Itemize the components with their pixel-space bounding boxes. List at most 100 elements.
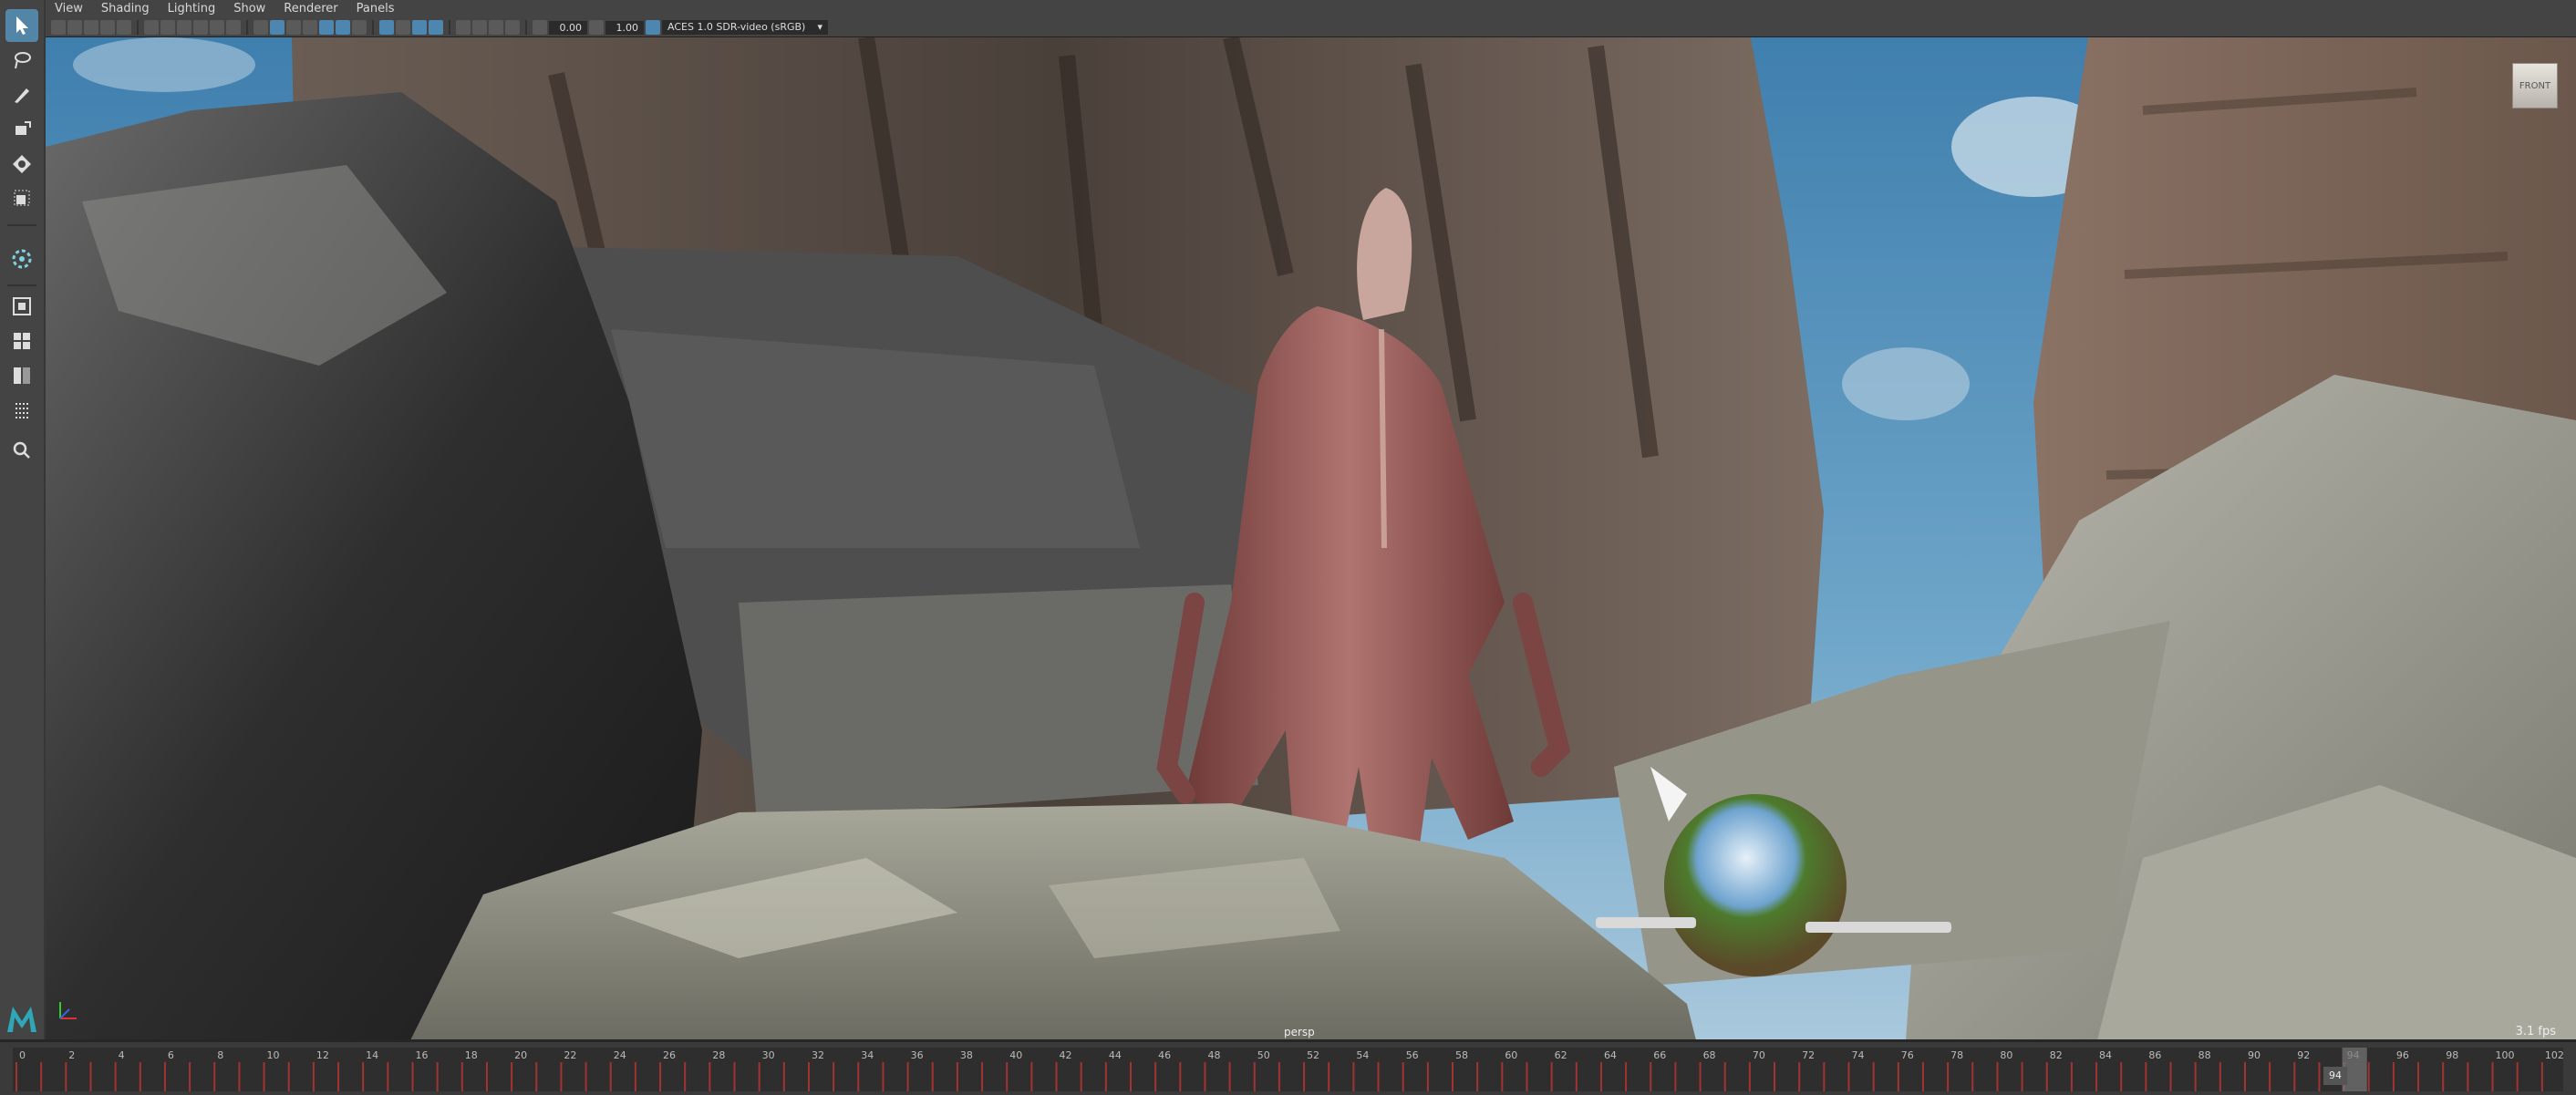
safe-action-icon[interactable]: [226, 20, 241, 35]
move-tool-icon[interactable]: [5, 113, 38, 146]
viewport-toolbar: 0.00 1.00 ACES 1.0 SDR-video (sRGB) ▾: [46, 18, 2576, 37]
camera-attributes-icon[interactable]: [67, 20, 82, 35]
frame-label: 44: [1109, 1049, 1122, 1061]
motion-blur-icon[interactable]: [396, 20, 410, 35]
toolbox-divider: [7, 224, 36, 226]
gamma-field[interactable]: 1.00: [605, 20, 644, 35]
toolbar-divider: [246, 20, 248, 35]
frame-label: 76: [1901, 1049, 1914, 1061]
time-slider-track[interactable]: 0 2 4 6 8 10 12 14 16 18 20 22 24 26 28 30 32 34 36 38 40 42 4…: [13, 1048, 2564, 1091]
frame-label: 74: [1851, 1049, 1864, 1061]
wireframe-icon[interactable]: [253, 20, 268, 35]
view-cube-label: FRONT: [2519, 80, 2551, 91]
textured-icon[interactable]: [319, 20, 334, 35]
camera-select-icon[interactable]: [51, 20, 66, 35]
paint-select-tool-icon[interactable]: [5, 78, 38, 111]
chevron-down-icon: ▾: [817, 21, 822, 33]
frame-label: 32: [812, 1049, 824, 1061]
2d-pan-zoom-icon[interactable]: [117, 20, 131, 35]
multisample-aa-icon[interactable]: [412, 20, 427, 35]
gate-mask-icon[interactable]: [193, 20, 208, 35]
frame-label: 22: [564, 1049, 576, 1061]
frame-label: 68: [1703, 1049, 1716, 1061]
fps-readout: 3.1 fps: [2515, 1025, 2556, 1038]
frame-label: 66: [1653, 1049, 1666, 1061]
field-chart-icon[interactable]: [210, 20, 224, 35]
frame-label: 82: [2050, 1049, 2063, 1061]
image-plane-icon[interactable]: [100, 20, 115, 35]
current-frame-marker[interactable]: 94: [2323, 1067, 2347, 1085]
frame-label: 54: [1356, 1049, 1369, 1061]
lasso-tool-icon[interactable]: [5, 44, 38, 77]
menu-show[interactable]: Show: [224, 0, 274, 18]
bookmark-icon[interactable]: [84, 20, 98, 35]
viewport-persp[interactable]: FRONT persp 3.1 fps: [46, 36, 2576, 1040]
toolbar-divider: [449, 20, 450, 35]
menu-lighting[interactable]: Lighting: [159, 0, 225, 18]
frame-label: 70: [1753, 1049, 1765, 1061]
layout-toggle-icon[interactable]: [5, 290, 38, 323]
exposure-field[interactable]: 0.00: [549, 20, 587, 35]
toolbar-divider: [137, 20, 139, 35]
menu-shading[interactable]: Shading: [92, 0, 159, 18]
frame-label: 96: [2396, 1049, 2409, 1061]
smooth-shade-icon[interactable]: [270, 20, 284, 35]
wireframe-on-shaded-icon[interactable]: [303, 20, 317, 35]
shadows-icon[interactable]: [352, 20, 367, 35]
color-management-icon[interactable]: [646, 20, 660, 35]
frame-label: 10: [267, 1049, 280, 1061]
xray-joints-icon[interactable]: [489, 20, 503, 35]
frame-label: 14: [366, 1049, 378, 1061]
exposure-icon[interactable]: [533, 20, 547, 35]
frame-label: 86: [2148, 1049, 2161, 1061]
layout-two-icon[interactable]: [5, 359, 38, 392]
frame-label: 38: [960, 1049, 973, 1061]
frame-label: 98: [2446, 1049, 2458, 1061]
isolate-select-icon[interactable]: [456, 20, 471, 35]
frame-label: 62: [1555, 1049, 1567, 1061]
gamma-icon[interactable]: [589, 20, 604, 35]
frame-label: 0: [19, 1049, 26, 1061]
time-slider[interactable]: 0 2 4 6 8 10 12 14 16 18 20 22 24 26 28 30 32 34 36 38 40 42 4…: [0, 1039, 2576, 1095]
frame-label: 72: [1802, 1049, 1815, 1061]
rotate-tool-icon[interactable]: [5, 148, 38, 181]
frame-label: 78: [1950, 1049, 1963, 1061]
frame-label: 102: [2545, 1049, 2563, 1061]
toolbox: [0, 0, 46, 1039]
frame-label: 48: [1207, 1049, 1220, 1061]
view-transform-dropdown[interactable]: ACES 1.0 SDR-video (sRGB) ▾: [662, 20, 828, 35]
screen-space-ao-icon[interactable]: [379, 20, 394, 35]
frame-label: 58: [1455, 1049, 1468, 1061]
depth-of-field-icon[interactable]: [429, 20, 443, 35]
frame-label: 4: [119, 1049, 125, 1061]
frame-label: 46: [1158, 1049, 1171, 1061]
frame-label: 12: [316, 1049, 329, 1061]
xray-icon[interactable]: [472, 20, 487, 35]
resolution-gate-icon[interactable]: [177, 20, 191, 35]
use-all-lights-icon[interactable]: [336, 20, 350, 35]
grid-icon[interactable]: [144, 20, 159, 35]
default-material-icon[interactable]: [286, 20, 301, 35]
axis-gizmo-icon: [55, 997, 82, 1028]
frame-label: 24: [614, 1049, 626, 1061]
frame-label: 90: [2248, 1049, 2260, 1061]
frame-label: 6: [168, 1049, 174, 1061]
frame-label: 40: [1009, 1049, 1022, 1061]
menu-renderer[interactable]: Renderer: [274, 0, 347, 18]
scale-tool-icon[interactable]: [5, 182, 38, 215]
select-tool-icon[interactable]: [5, 9, 38, 42]
toolbox-divider: [7, 284, 36, 286]
layout-four-icon[interactable]: [5, 325, 38, 357]
layout-outliner-icon[interactable]: [5, 394, 38, 427]
menu-panels[interactable]: Panels: [347, 0, 404, 18]
toolbar-divider: [372, 20, 374, 35]
universal-manipulator-icon[interactable]: [5, 243, 38, 275]
menu-view[interactable]: View: [46, 0, 92, 18]
xray-components-icon[interactable]: [505, 20, 520, 35]
film-gate-icon[interactable]: [160, 20, 175, 35]
maya-logo-icon: [4, 1003, 40, 1036]
search-icon[interactable]: [5, 434, 38, 467]
frame-label: 8: [217, 1049, 223, 1061]
toolbar-divider: [525, 20, 527, 35]
view-cube[interactable]: FRONT: [2512, 63, 2558, 108]
